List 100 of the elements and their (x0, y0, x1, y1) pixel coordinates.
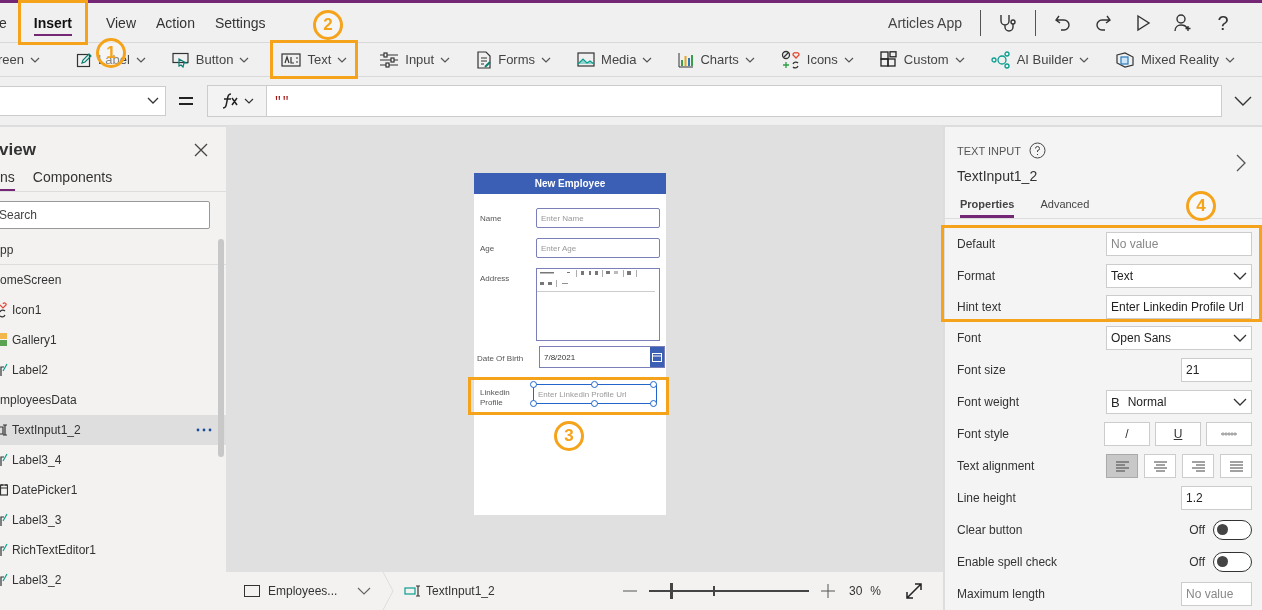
toolbar-button[interactable]: Text (271, 41, 358, 78)
underline-button[interactable]: U (1155, 422, 1201, 446)
nodes-icon (990, 50, 1011, 69)
fit-to-window-icon[interactable] (905, 582, 923, 600)
screen-icon (244, 585, 260, 597)
tree-item[interactable]: Gallery1 (0, 325, 226, 355)
pencil-icon (0, 453, 8, 467)
play-icon[interactable] (1134, 13, 1152, 32)
chevron-right-icon[interactable] (1236, 154, 1246, 172)
property-input[interactable]: No value (1106, 232, 1252, 256)
document-icon (476, 50, 493, 69)
menu-tab[interactable]: e (0, 3, 8, 42)
property-dropdown[interactable]: Open Sans (1106, 326, 1252, 350)
menu-tab[interactable]: Action (146, 3, 205, 42)
gallery-icon (0, 333, 8, 347)
field-label: Address (480, 273, 511, 283)
tree-item[interactable]: mployeesData (0, 385, 226, 415)
close-icon[interactable] (194, 143, 208, 157)
tree-item[interactable]: TextInput1_2 (0, 415, 226, 445)
percent-sign: % (870, 584, 881, 598)
caret-icon (1233, 272, 1247, 280)
align-justify-button[interactable] (1220, 454, 1252, 478)
toolbar-button[interactable]: Icons (776, 43, 858, 76)
property-label: Default (957, 237, 996, 251)
tree-item[interactable]: Label3_3 (0, 505, 226, 535)
properties-tab[interactable]: Properties (960, 198, 1015, 218)
toggle-switch[interactable] (1213, 552, 1252, 572)
date-picker[interactable]: 7/8/2021 (539, 346, 665, 368)
pointer-icon (171, 51, 190, 68)
property-label: Font style (957, 427, 1010, 441)
toolbar-button[interactable]: AI Builder (986, 43, 1093, 76)
field-label: Date Of Birth (477, 353, 525, 363)
zoom-slider[interactable] (648, 583, 809, 599)
pencil-icon (0, 543, 8, 557)
search-field[interactable]: Search (0, 201, 210, 229)
caret-icon (135, 56, 146, 63)
control-type: TEXT INPUT (957, 144, 1021, 157)
tree-item[interactable]: RichTextEditor1 (0, 535, 226, 565)
field-label: Linkedin Profile (480, 387, 511, 408)
calendar-icon[interactable] (652, 352, 662, 362)
property-dropdown[interactable]: B Normal (1106, 390, 1252, 414)
breadcrumb-item[interactable]: TextInput1_2 (404, 584, 495, 598)
menu-tab[interactable]: Insert (17, 0, 88, 45)
scrollbar[interactable] (218, 239, 224, 457)
property-label: Text alignment (957, 459, 1035, 473)
properties-tab[interactable]: Advanced (1040, 198, 1090, 218)
tree-item[interactable]: DatePicker1 (0, 475, 226, 505)
bar-chart-icon (678, 51, 695, 68)
property-label: Font (957, 331, 981, 345)
tree-item[interactable]: omeScreen (0, 265, 226, 295)
pencil-icon (0, 513, 8, 527)
property-label: Hint text (957, 300, 1001, 314)
screen-dropdown[interactable]: Employees... (226, 584, 374, 598)
function-button[interactable] (207, 85, 267, 117)
property-label: Enable spell check (957, 555, 1058, 569)
caret-icon (337, 56, 348, 63)
tree-item[interactable]: Label3_4 (0, 445, 226, 475)
toolbar-button[interactable]: Input (375, 43, 455, 76)
text-input-icon (0, 423, 8, 437)
property-input[interactable]: 1.2 (1181, 486, 1252, 510)
panel-tab[interactable]: Components (32, 169, 113, 191)
italic-button[interactable]: / (1104, 422, 1150, 446)
step-number: 2 (313, 10, 343, 40)
help-icon[interactable]: ? (1217, 11, 1229, 34)
pencil-icon (0, 573, 8, 587)
equals-icon (179, 96, 193, 106)
tree-item[interactable]: Label2 (0, 355, 226, 385)
align-right-button[interactable] (1182, 454, 1214, 478)
expand-chevron-icon[interactable] (1234, 96, 1252, 106)
toolbar-button[interactable]: Custom (875, 43, 969, 76)
screen-header: New Employee (474, 173, 666, 194)
caret-icon (239, 56, 250, 63)
menu-tab[interactable]: View (95, 3, 146, 42)
toolbar-button[interactable]: Forms (472, 43, 556, 76)
property-input[interactable]: 21 (1181, 358, 1252, 382)
panel-tab[interactable]: ns (0, 169, 15, 191)
caret-icon (541, 56, 552, 63)
pencil-icon (0, 363, 8, 377)
step-number: 4 (1186, 191, 1216, 221)
tree-item[interactable]: Icon1 (0, 295, 226, 325)
align-center-button[interactable] (1144, 454, 1176, 478)
property-input[interactable]: Enter Linkedin Profile Url (1106, 295, 1252, 319)
add-user-icon[interactable] (1173, 12, 1193, 33)
symbols-icon (0, 302, 8, 318)
tree-item[interactable]: Label3_2 (0, 565, 226, 595)
more-options-icon[interactable] (196, 428, 212, 432)
caret-icon (1225, 56, 1236, 63)
rich-text-editor[interactable] (536, 268, 660, 341)
formula-field[interactable]: "" (267, 85, 1222, 117)
toolbar-button[interactable]: Media (573, 43, 657, 76)
property-label: Format (957, 269, 995, 283)
toolbar-button[interactable]: Charts (674, 43, 759, 76)
toggle-switch[interactable] (1213, 520, 1252, 540)
caret-icon (954, 56, 965, 63)
toolbar-button[interactable]: Button (167, 43, 254, 76)
menu-tab[interactable]: Settings (204, 3, 276, 42)
toolbar-button[interactable]: Mixed Reality (1111, 43, 1240, 76)
property-input[interactable]: No value (1181, 582, 1252, 606)
property-dropdown[interactable]: Text (1106, 264, 1252, 288)
help-icon[interactable] (1029, 142, 1046, 159)
